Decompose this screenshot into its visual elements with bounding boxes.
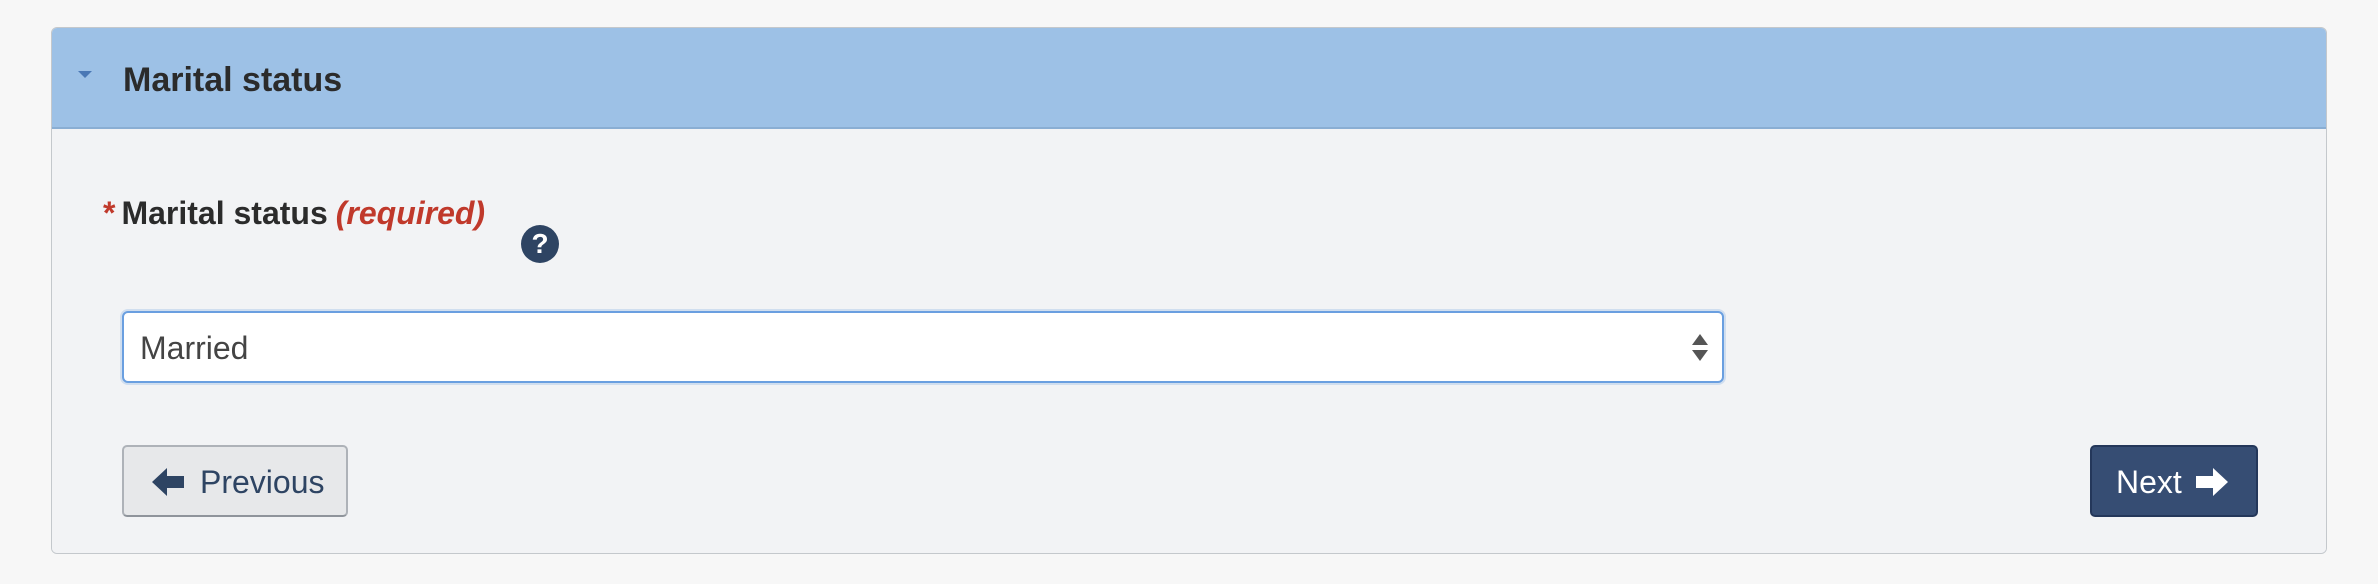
required-indicator: (required) <box>335 195 486 231</box>
marital-status-panel: Marital status * Marital status (required)… <box>51 27 2327 554</box>
selected-value: Married <box>140 330 249 366</box>
arrow-right-icon <box>2196 468 2228 496</box>
field-label-text: Marital status <box>121 195 328 231</box>
next-button-label: Next <box>2116 464 2182 500</box>
next-button[interactable]: Next <box>2090 445 2258 517</box>
panel-title: Marital status <box>123 61 343 99</box>
previous-button[interactable]: Previous <box>122 445 348 517</box>
caret-down-icon[interactable] <box>78 71 92 78</box>
field-label: * Marital status (required) <box>103 194 485 232</box>
arrow-left-icon <box>152 468 184 496</box>
panel-body: * Marital status (required) ? Married Prev… <box>52 129 2326 553</box>
required-marker: * <box>103 195 116 231</box>
previous-button-label: Previous <box>200 464 325 500</box>
select-arrows-icon <box>1692 331 1708 365</box>
marital-status-select[interactable]: Married <box>122 311 1724 383</box>
help-icon[interactable]: ? <box>521 225 559 263</box>
panel-header[interactable]: Marital status <box>52 28 2326 129</box>
